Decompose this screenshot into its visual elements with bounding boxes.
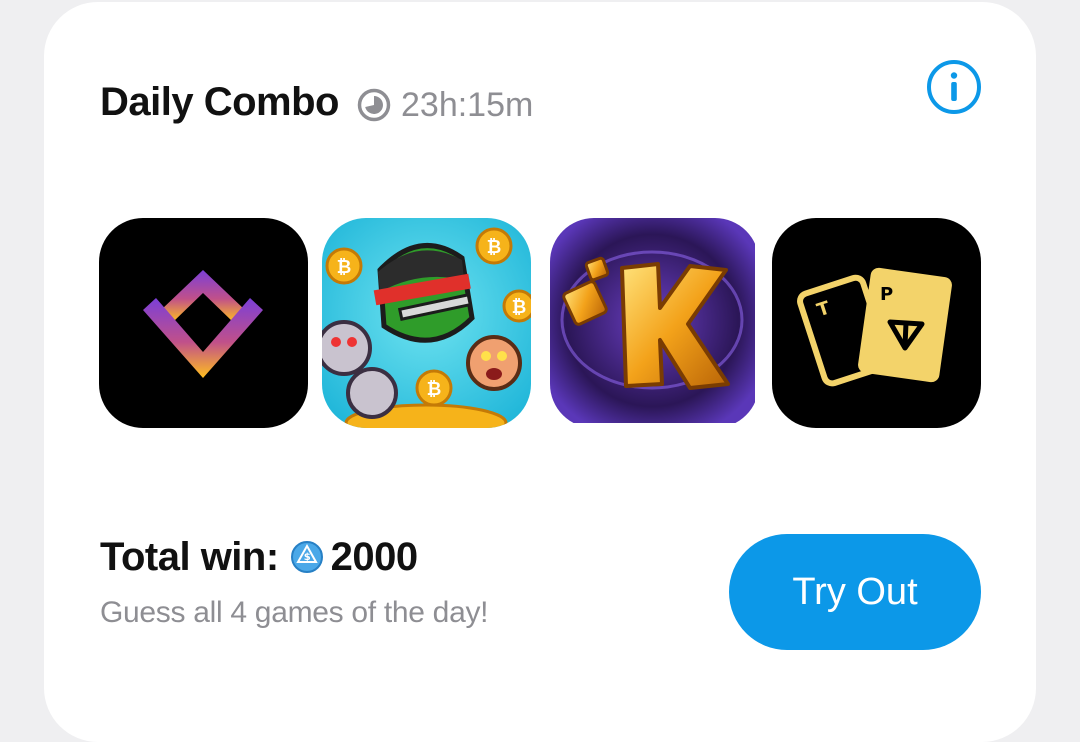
- countdown-timer: 23h:15m: [356, 84, 533, 126]
- svg-text:P: P: [880, 284, 893, 305]
- svg-text:₿: ₿: [512, 297, 527, 318]
- svg-text:$: $: [303, 552, 310, 563]
- game-tile-diamond[interactable]: [99, 218, 308, 428]
- game-tile-ninja-zombies[interactable]: ₿ ₿ ₿ ₿: [322, 218, 531, 428]
- total-win-label: Total win:: [100, 534, 279, 579]
- info-icon: [927, 60, 981, 114]
- games-row: ₿ ₿ ₿ ₿ T P: [99, 218, 981, 428]
- total-win: Total win: $ 2000: [100, 532, 418, 582]
- point-coin-icon: $: [290, 541, 323, 573]
- info-button[interactable]: [924, 57, 984, 117]
- timer-text: 23h:15m: [401, 85, 534, 124]
- svg-text:₿: ₿: [427, 379, 442, 400]
- daily-combo-title: Daily Combo: [100, 80, 339, 124]
- game-tile-golden-k[interactable]: [550, 218, 759, 428]
- svg-text:₿: ₿: [337, 257, 352, 278]
- svg-text:₿: ₿: [487, 237, 502, 258]
- ninja-zombie-icon: ₿ ₿ ₿ ₿: [322, 218, 531, 428]
- clock-icon: [357, 88, 391, 122]
- tp-cards-icon: T P: [772, 218, 981, 428]
- golden-k-icon: [550, 218, 755, 423]
- try-out-button[interactable]: Try Out: [729, 534, 981, 650]
- game-tile-tp-cards[interactable]: T P: [772, 218, 981, 428]
- diamond-logo-icon: [99, 218, 308, 428]
- total-win-value: 2000: [330, 534, 418, 579]
- guess-subtitle: Guess all 4 games of the day!: [100, 596, 489, 629]
